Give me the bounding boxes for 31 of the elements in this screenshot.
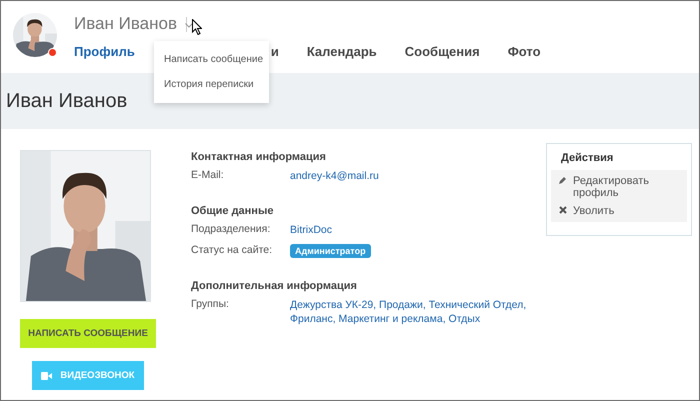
- field-link[interactable]: BitrixDoc: [290, 223, 332, 237]
- action-label: Уволить: [573, 205, 614, 217]
- menu-item[interactable]: Написать сообщение: [154, 47, 269, 72]
- field-label: Подразделения:: [191, 223, 272, 237]
- nav-tab[interactable]: и: [270, 44, 279, 59]
- field-label: E-Mail:: [191, 169, 225, 183]
- camera-icon: [41, 372, 52, 380]
- status-badge: Администратор: [290, 244, 371, 258]
- nav-tab[interactable]: Календарь: [306, 44, 377, 59]
- close-icon: [559, 206, 567, 214]
- pencil-icon: [559, 176, 567, 184]
- cursor-icon: [192, 19, 202, 35]
- action-item[interactable]: Редактировать профиль: [551, 172, 687, 202]
- page-title: Иван Иванов: [6, 90, 128, 112]
- section-title: Дополнительная информация: [191, 280, 358, 292]
- section-title: Общие данные: [191, 205, 274, 217]
- user-name: Иван Иванов: [74, 14, 178, 34]
- action-label: Редактировать профиль: [573, 175, 650, 199]
- field-link[interactable]: Дежурства УК-29, Продажи, Технический Отдел, Фриланс, Маркетинг и реклама, Отдых: [290, 298, 546, 326]
- action-item[interactable]: Уволить: [551, 202, 687, 220]
- nav-tab[interactable]: Фото: [508, 44, 541, 59]
- panel-title: Действия: [560, 151, 614, 166]
- field-label: Статус на сайте:: [191, 244, 274, 258]
- field-link[interactable]: andrey-k4@mail.ru: [290, 169, 379, 183]
- nav-tab[interactable]: Профиль: [74, 44, 135, 59]
- menu-item[interactable]: История переписки: [154, 72, 269, 97]
- chevron-icon: [185, 23, 193, 28]
- field-label: Группы:: [191, 298, 230, 312]
- nav-tab[interactable]: Сообщения: [404, 44, 480, 59]
- write-message-button[interactable]: НАПИСАТЬ СООБЩЕНИЕ: [20, 319, 156, 348]
- section-title: Контактная информация: [191, 151, 327, 163]
